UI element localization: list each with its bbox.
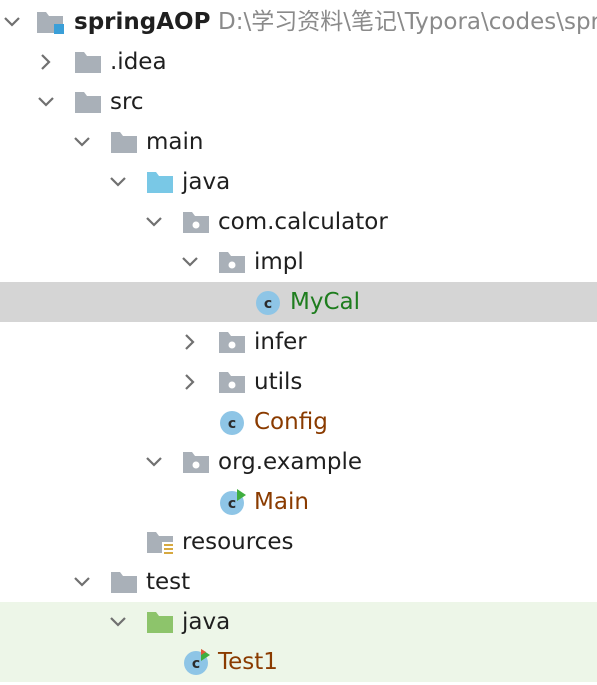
package-icon: [218, 368, 246, 396]
class-icon: c: [254, 288, 282, 316]
tree-row-utils[interactable]: utils: [0, 362, 597, 402]
folder-label-src: src: [110, 89, 144, 115]
tree-row-test-java[interactable]: java: [0, 602, 597, 642]
resources-folder-icon: [146, 528, 174, 556]
package-icon: [218, 248, 246, 276]
chevron-down-icon[interactable]: [180, 252, 200, 272]
test-class-icon: c: [182, 648, 210, 676]
tree-row-src[interactable]: src: [0, 82, 597, 122]
source-folder-icon: [146, 168, 174, 196]
project-folder-icon: [36, 8, 64, 36]
package-icon: [218, 328, 246, 356]
tree-row-project[interactable]: springAOP D:\学习资料\笔记\Typora\codes\spring: [0, 2, 597, 42]
tree-row-idea[interactable]: .idea: [0, 42, 597, 82]
package-icon: [182, 448, 210, 476]
runnable-class-icon: c: [218, 488, 246, 516]
folder-label-idea: .idea: [110, 49, 167, 75]
folder-label-test-java: java: [182, 609, 231, 635]
chevron-right-icon[interactable]: [36, 52, 56, 72]
chevron-down-icon[interactable]: [144, 452, 164, 472]
chevron-down-icon[interactable]: [72, 132, 92, 152]
class-icon: c: [218, 408, 246, 436]
chevron-right-icon[interactable]: [180, 372, 200, 392]
folder-icon: [74, 48, 102, 76]
svg-text:c: c: [192, 656, 200, 672]
chevron-down-icon[interactable]: [36, 92, 56, 112]
test-source-folder-icon: [146, 608, 174, 636]
folder-label-java: java: [182, 169, 231, 195]
class-label-test1: Test1: [218, 649, 278, 675]
folder-icon: [110, 568, 138, 596]
tree-row-main-class[interactable]: c Main: [0, 482, 597, 522]
package-label-utils: utils: [254, 369, 303, 395]
package-label-org-example: org.example: [218, 449, 363, 475]
tree-row-config[interactable]: c Config: [0, 402, 597, 442]
tree-row-main[interactable]: main: [0, 122, 597, 162]
tree-row-test1[interactable]: c Test1: [0, 642, 597, 682]
folder-icon: [74, 88, 102, 116]
tree-row-resources[interactable]: resources: [0, 522, 597, 562]
tree-row-java[interactable]: java: [0, 162, 597, 202]
chevron-down-icon[interactable]: [144, 212, 164, 232]
folder-label-main: main: [146, 129, 204, 155]
svg-text:c: c: [228, 416, 236, 432]
tree-row-com-calculator[interactable]: com.calculator: [0, 202, 597, 242]
chevron-down-icon[interactable]: [108, 612, 128, 632]
chevron-down-icon[interactable]: [72, 572, 92, 592]
folder-label-resources: resources: [182, 529, 294, 555]
tree-row-infer[interactable]: infer: [0, 322, 597, 362]
project-tree: springAOP D:\学习资料\笔记\Typora\codes\spring…: [0, 0, 597, 685]
svg-text:c: c: [264, 296, 272, 312]
folder-icon: [110, 128, 138, 156]
tree-row-mycal[interactable]: c MyCal: [0, 282, 597, 322]
package-label-impl: impl: [254, 249, 304, 275]
tree-row-org-example[interactable]: org.example: [0, 442, 597, 482]
class-label-mycal: MyCal: [290, 289, 360, 315]
class-label-main: Main: [254, 489, 309, 515]
package-label-infer: infer: [254, 329, 307, 355]
svg-text:c: c: [228, 496, 236, 512]
chevron-down-icon[interactable]: [2, 12, 22, 32]
folder-label-test: test: [146, 569, 191, 595]
package-label-com-calculator: com.calculator: [218, 209, 388, 235]
chevron-down-icon[interactable]: [108, 172, 128, 192]
project-name: springAOP: [74, 9, 211, 35]
tree-row-test[interactable]: test: [0, 562, 597, 602]
package-icon: [182, 208, 210, 236]
class-label-config: Config: [254, 409, 328, 435]
chevron-right-icon[interactable]: [180, 332, 200, 352]
tree-row-impl[interactable]: impl: [0, 242, 597, 282]
project-path: D:\学习资料\笔记\Typora\codes\spring: [218, 9, 597, 35]
